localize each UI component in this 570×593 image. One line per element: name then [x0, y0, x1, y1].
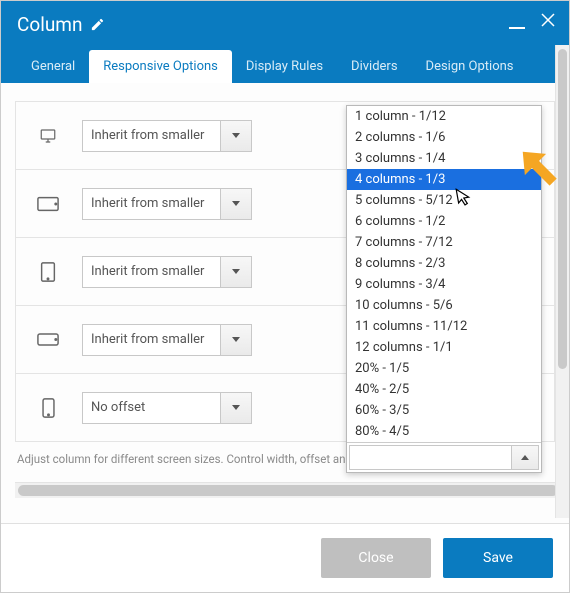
dropdown-option[interactable]: 2 columns - 1/6	[347, 127, 541, 148]
offset-select-value: No offset	[83, 393, 221, 423]
tablet-landscape-icon	[24, 196, 72, 212]
width-select[interactable]: Inherit from smaller	[82, 256, 252, 288]
dropdown-option[interactable]: 8 columns - 2/3	[347, 253, 541, 274]
close-button[interactable]: Close	[321, 538, 431, 578]
chevron-down-icon[interactable]	[221, 189, 251, 219]
pencil-icon[interactable]	[90, 17, 105, 32]
save-button[interactable]: Save	[443, 538, 553, 578]
dropdown-option[interactable]: 80% - 4/5	[347, 421, 541, 442]
dropdown-option[interactable]: 12 columns - 1/1	[347, 337, 541, 358]
desktop-icon	[24, 127, 72, 145]
dropdown-option[interactable]: 6 columns - 1/2	[347, 211, 541, 232]
minimize-button[interactable]	[509, 27, 525, 29]
dropdown-option[interactable]: 7 columns - 7/12	[347, 232, 541, 253]
tab-responsive-options[interactable]: Responsive Options	[89, 50, 232, 83]
vertical-scrollbar[interactable]	[555, 45, 569, 518]
width-select[interactable]: Inherit from smaller	[82, 188, 252, 220]
width-select-value: Inherit from smaller	[83, 325, 221, 355]
tablet-portrait-icon	[24, 262, 72, 282]
width-select-value: Inherit from smaller	[83, 189, 221, 219]
horizontal-scrollbar[interactable]	[15, 482, 555, 498]
dropdown-option[interactable]: 1 column - 1/12	[347, 106, 541, 127]
dropdown-input-row	[347, 442, 541, 472]
tab-design-options[interactable]: Design Options	[412, 50, 528, 83]
dropdown-option[interactable]: 60% - 3/5	[347, 400, 541, 421]
column-settings-modal: Column General Responsive Options Displa…	[0, 0, 570, 593]
tab-dividers[interactable]: Dividers	[337, 50, 412, 83]
dropdown-option[interactable]: 11 columns - 11/12	[347, 316, 541, 337]
dropdown-option[interactable]: 9 columns - 3/4	[347, 274, 541, 295]
chevron-down-icon[interactable]	[221, 325, 251, 355]
tab-display-rules[interactable]: Display Rules	[232, 50, 337, 83]
modal-footer: Close Save	[1, 523, 569, 592]
scrollbar-thumb[interactable]	[18, 485, 558, 496]
tabs: General Responsive Options Display Rules…	[17, 50, 553, 83]
width-select-value: Inherit from smaller	[83, 257, 221, 287]
phone-landscape-icon	[24, 333, 72, 346]
offset-select[interactable]: No offset	[82, 392, 252, 424]
tab-general[interactable]: General	[17, 50, 89, 83]
modal-header: Column General Responsive Options Displa…	[1, 1, 569, 83]
chevron-up-icon[interactable]	[511, 445, 539, 470]
modal-title: Column	[17, 13, 82, 36]
width-select[interactable]: Inherit from smaller	[82, 324, 252, 356]
dropdown-option[interactable]: 10 columns - 5/6	[347, 295, 541, 316]
dropdown-option[interactable]: 5 columns - 5/12	[347, 190, 541, 211]
close-icon[interactable]	[539, 11, 557, 34]
chevron-down-icon[interactable]	[221, 257, 251, 287]
dropdown-option[interactable]: 40% - 2/5	[347, 379, 541, 400]
chevron-down-icon[interactable]	[221, 393, 251, 423]
dropdown-option[interactable]: 20% - 1/5	[347, 358, 541, 379]
phone-portrait-icon	[24, 398, 72, 418]
width-select-value: Inherit from smaller	[83, 121, 221, 151]
dropdown-input[interactable]	[349, 445, 511, 470]
scrollbar-thumb[interactable]	[558, 49, 567, 369]
chevron-down-icon[interactable]	[221, 121, 251, 151]
width-select[interactable]: Inherit from smaller	[82, 120, 252, 152]
